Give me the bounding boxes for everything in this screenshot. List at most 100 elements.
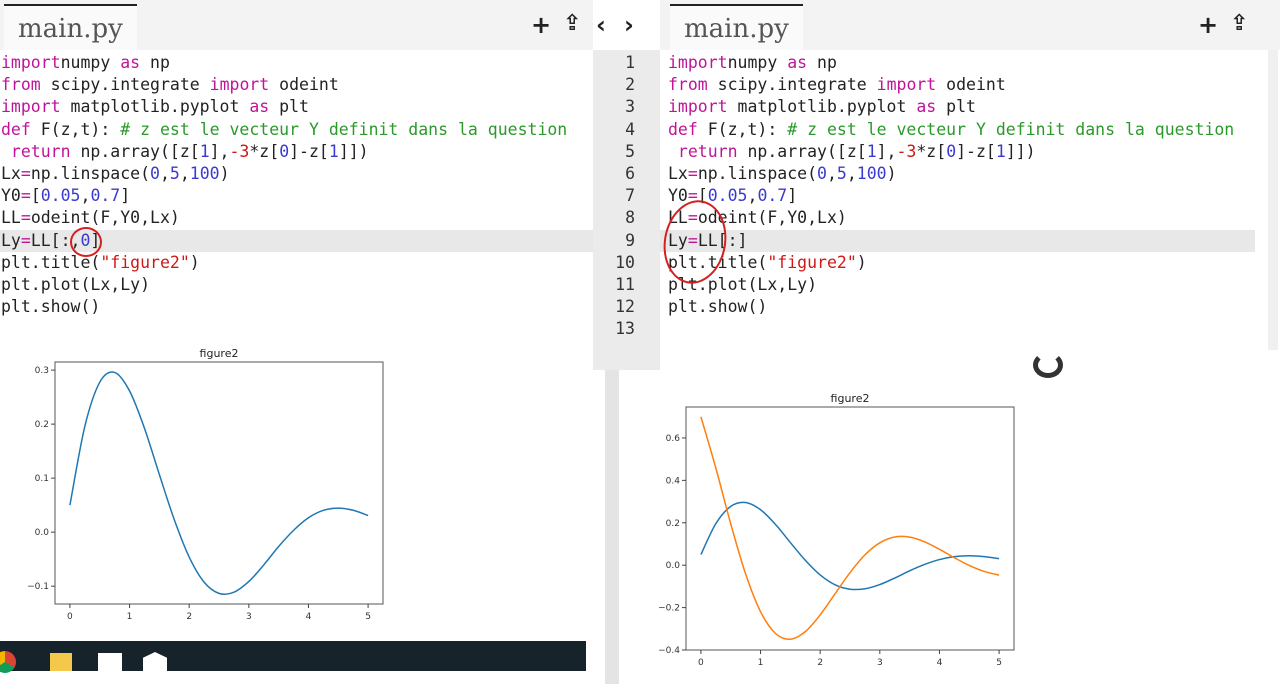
code-token: 0.05 xyxy=(707,186,748,206)
line-number: 12 xyxy=(615,297,635,317)
left-plot: figure2 0 1 2 3 4 5 −0.1 0.0 0.1 0.2 0.3 xyxy=(27,347,384,622)
upload-icon[interactable]: ⇪ xyxy=(1230,11,1248,36)
line-number: 13 xyxy=(615,319,635,339)
code-line[interactable]: Lx=np.linspace(0,5,100) xyxy=(668,163,1234,185)
code-token: np.linspace( xyxy=(30,163,151,183)
code-token: 100 xyxy=(856,163,887,183)
code-token: ] xyxy=(120,186,131,206)
code-token: LL xyxy=(1,208,21,228)
mail-icon[interactable] xyxy=(143,652,167,671)
line-number: 11 xyxy=(615,275,635,295)
line-number: 7 xyxy=(625,186,635,206)
code-token: = xyxy=(20,186,31,206)
code-line[interactable]: Lx=np.linspace(0,5,100) xyxy=(1,163,567,185)
code-token: ]]) xyxy=(338,141,369,161)
line-number: 8 xyxy=(625,208,635,228)
code-line[interactable]: plt.show() xyxy=(668,296,1234,318)
code-token: ) xyxy=(856,252,867,272)
code-line[interactable]: importnumpy as np xyxy=(1,52,567,74)
line-number: 6 xyxy=(625,164,635,184)
code-token: = xyxy=(20,208,31,228)
code-token: np xyxy=(807,53,837,72)
code-token: # z est le vecteur Y definit dans la que… xyxy=(120,119,568,139)
code-token: ], xyxy=(209,141,230,161)
code-token: import xyxy=(1,97,61,117)
code-line[interactable]: import matplotlib.pyplot as plt xyxy=(668,96,1234,118)
left-file-tab[interactable]: main.py xyxy=(4,4,137,50)
left-code-editor[interactable]: importnumpy as np from scipy.integrate im… xyxy=(1,52,567,318)
output-divider xyxy=(605,370,619,684)
code-token: , xyxy=(80,186,91,206)
code-line[interactable]: Ly=LL[:] xyxy=(668,230,1234,252)
code-token: np xyxy=(140,53,170,72)
store-icon[interactable] xyxy=(98,653,122,671)
code-token: 1 xyxy=(199,141,210,161)
file-explorer-icon[interactable] xyxy=(50,653,72,671)
code-token: np.linspace( xyxy=(697,163,818,183)
chrome-icon[interactable] xyxy=(0,651,16,673)
code-line[interactable]: def F(z,t): # z est le vecteur Y definit… xyxy=(1,119,567,141)
plus-icon[interactable]: + xyxy=(1198,11,1218,39)
x-tick-label: 3 xyxy=(877,658,883,668)
plot-title: figure2 xyxy=(831,392,870,405)
code-token: 100 xyxy=(189,163,220,183)
code-line[interactable]: plt.show() xyxy=(1,296,567,318)
code-token: return xyxy=(1,141,71,161)
code-token: odeint xyxy=(936,75,1006,95)
upload-icon[interactable]: ⇪ xyxy=(563,11,581,36)
code-line[interactable]: def F(z,t): # z est le vecteur Y definit… xyxy=(668,119,1234,141)
code-token: F(z,t): xyxy=(697,119,788,139)
code-token: F(z,t): xyxy=(30,119,121,139)
y-tick-label: 0.1 xyxy=(35,474,49,484)
code-token: , xyxy=(846,163,857,183)
code-line[interactable]: Y0=[0.05,0.7] xyxy=(1,185,567,207)
code-token: odeint xyxy=(269,75,339,95)
code-line[interactable]: LL=odeint(F,Y0,Lx) xyxy=(668,207,1234,229)
code-token: 0.05 xyxy=(40,186,81,206)
code-line[interactable]: importnumpy as np xyxy=(668,52,1234,74)
code-token: np.array([z[ xyxy=(70,141,200,161)
code-line[interactable]: return np.array([z[1],-3*z[0]-z[1]]) xyxy=(1,141,567,163)
code-line[interactable]: plt.plot(Lx,Ly) xyxy=(668,274,1234,296)
code-line[interactable]: plt.plot(Lx,Ly) xyxy=(1,274,567,296)
code-line[interactable]: import matplotlib.pyplot as plt xyxy=(1,96,567,118)
code-token: as xyxy=(249,97,270,117)
code-token: matplotlib.pyplot xyxy=(727,97,917,117)
code-token: -3 xyxy=(229,141,250,161)
code-token: , xyxy=(179,163,190,183)
code-line[interactable] xyxy=(668,318,1234,340)
code-line[interactable]: return np.array([z[1],-3*z[0]-z[1]]) xyxy=(668,141,1234,163)
taskbar xyxy=(0,641,586,673)
plot-title: figure2 xyxy=(200,347,239,360)
code-line[interactable]: Y0=[0.05,0.7] xyxy=(668,185,1234,207)
code-line[interactable]: from scipy.integrate import odeint xyxy=(1,74,567,96)
code-token: scipy.integrate xyxy=(707,75,877,95)
code-token: import xyxy=(209,75,270,95)
code-token: 0 xyxy=(150,163,160,183)
code-line[interactable]: from scipy.integrate import odeint xyxy=(668,74,1234,96)
plus-icon[interactable]: + xyxy=(531,11,551,39)
scrollbar[interactable] xyxy=(1268,50,1278,350)
chevron-right-icon[interactable]: › xyxy=(624,11,634,39)
right-file-tab[interactable]: main.py xyxy=(670,4,803,50)
plot-axes-frame xyxy=(685,406,1015,651)
code-token: Y0 xyxy=(668,186,688,206)
code-token: , xyxy=(826,163,837,183)
code-token: numpy xyxy=(727,53,788,72)
code-token: 0 xyxy=(946,141,957,161)
line-number: 2 xyxy=(625,75,635,95)
code-token: as xyxy=(787,53,808,72)
code-token: 0.7 xyxy=(90,186,121,206)
code-token: = xyxy=(20,163,31,183)
right-code-editor[interactable]: importnumpy as np from scipy.integrate im… xyxy=(668,52,1234,340)
right-plot: figure2 0 1 2 3 4 5 −0.4 −0.2 0.0 0.2 0.4 0.6 xyxy=(658,392,1015,668)
code-token: def xyxy=(668,119,698,139)
x-tick-label: 5 xyxy=(996,658,1002,668)
code-token: ) xyxy=(886,163,897,183)
code-token: def xyxy=(1,119,31,139)
code-token: 1 xyxy=(995,141,1006,161)
code-line[interactable]: plt.title("figure2") xyxy=(668,252,1234,274)
line-number: 1 xyxy=(625,53,635,72)
code-token: "figure2" xyxy=(100,252,190,272)
chevron-left-icon[interactable]: ‹ xyxy=(596,11,606,39)
